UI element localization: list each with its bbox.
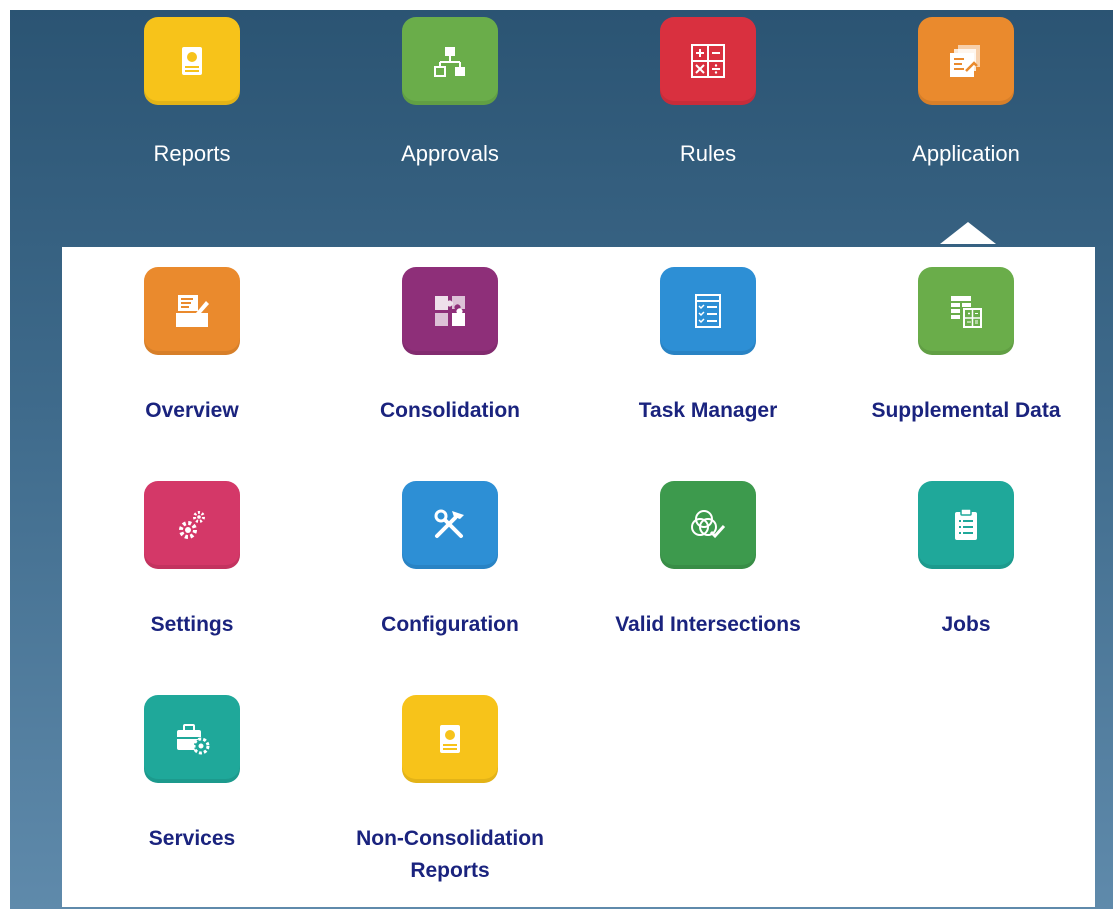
submenu-item-supplemental-data[interactable]: Supplemental Data bbox=[846, 267, 1086, 427]
submenu-label-valid-intersections: Valid Intersections bbox=[615, 613, 801, 636]
nav-item-application[interactable]: Application bbox=[866, 17, 1066, 167]
nav-item-rules[interactable]: Rules bbox=[608, 17, 808, 167]
submenu-item-valid-intersections[interactable]: Valid Intersections bbox=[588, 481, 828, 641]
submenu-label-configuration: Configuration bbox=[381, 613, 519, 636]
submenu-item-non-consolidation-reports[interactable]: Non-Consolidation Reports bbox=[330, 695, 570, 887]
submenu-label-overview: Overview bbox=[145, 399, 239, 422]
submenu-label-jobs: Jobs bbox=[941, 613, 991, 636]
selected-caret bbox=[940, 222, 996, 244]
application-icon bbox=[918, 17, 1014, 105]
nav-item-approvals[interactable]: Approvals bbox=[350, 17, 550, 167]
nav-label-application: Application bbox=[912, 141, 1020, 166]
submenu-item-services[interactable]: Services bbox=[72, 695, 312, 855]
nav-label-rules: Rules bbox=[679, 141, 737, 166]
nav-label-approvals: Approvals bbox=[401, 141, 499, 166]
submenu-label-settings: Settings bbox=[150, 613, 234, 636]
jobs-icon bbox=[918, 481, 1014, 569]
submenu-item-overview[interactable]: Overview bbox=[72, 267, 312, 427]
submenu-label-supplemental-data: Supplemental Data bbox=[871, 399, 1061, 422]
submenu-label-consolidation: Consolidation bbox=[380, 399, 520, 422]
submenu-item-settings[interactable]: Settings bbox=[72, 481, 312, 641]
rules-icon bbox=[660, 17, 756, 105]
non-consolidation-reports-icon bbox=[402, 695, 498, 783]
application-submenu-panel: Overview Consolidation Task Manager Supp… bbox=[62, 247, 1095, 907]
submenu-label-non-consolidation-reports: Non-Consolidation Reports bbox=[356, 827, 544, 882]
supplemental-data-icon bbox=[918, 267, 1014, 355]
submenu-item-task-manager[interactable]: Task Manager bbox=[588, 267, 828, 427]
submenu-item-consolidation[interactable]: Consolidation bbox=[330, 267, 570, 427]
configuration-icon bbox=[402, 481, 498, 569]
submenu-label-services: Services bbox=[148, 827, 236, 850]
nav-item-reports[interactable]: Reports bbox=[92, 17, 292, 167]
consolidation-icon bbox=[402, 267, 498, 355]
navigator-background: Reports Approvals Rules Application Over… bbox=[10, 10, 1113, 909]
submenu-item-jobs[interactable]: Jobs bbox=[846, 481, 1086, 641]
services-icon bbox=[144, 695, 240, 783]
task-manager-icon bbox=[660, 267, 756, 355]
submenu-label-task-manager: Task Manager bbox=[638, 399, 778, 422]
settings-icon bbox=[144, 481, 240, 569]
overview-icon bbox=[144, 267, 240, 355]
valid-intersections-icon bbox=[660, 481, 756, 569]
approvals-icon bbox=[402, 17, 498, 105]
submenu-item-configuration[interactable]: Configuration bbox=[330, 481, 570, 641]
reports-icon bbox=[144, 17, 240, 105]
nav-label-reports: Reports bbox=[153, 141, 231, 166]
